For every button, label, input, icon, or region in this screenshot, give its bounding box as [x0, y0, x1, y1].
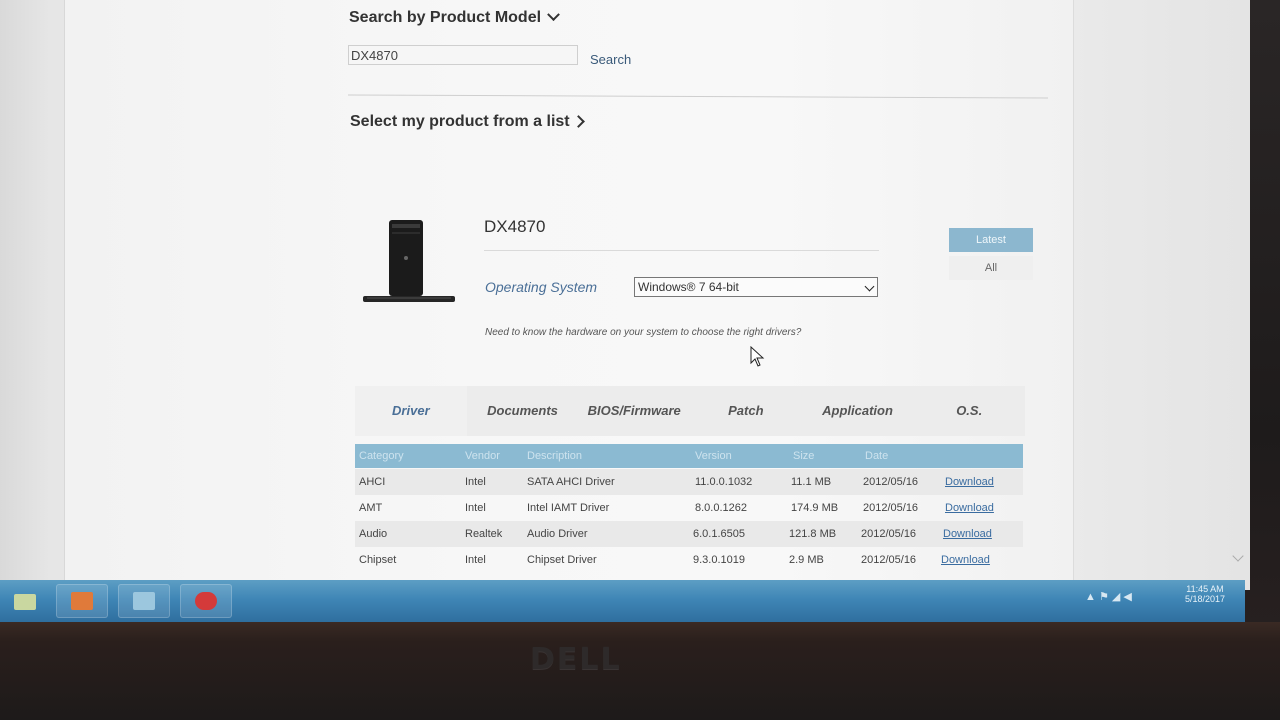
media-player-icon: [71, 592, 93, 610]
chevron-down-icon: [864, 281, 875, 292]
clock-time: 11:45 AM: [1186, 584, 1224, 594]
divider: [348, 94, 1048, 99]
cell-category: AHCI: [359, 476, 386, 488]
search-by-model-heading[interactable]: Search by Product Model: [349, 8, 560, 27]
table-row: AHCI Intel SATA AHCI Driver 11.0.0.1032 …: [355, 469, 1023, 495]
os-label: Operating System: [485, 279, 598, 295]
cell-description: Audio Driver: [527, 528, 588, 540]
cell-version: 9.3.0.1019: [693, 554, 745, 566]
taskbar-media-player[interactable]: [56, 584, 108, 618]
download-link[interactable]: Download: [943, 528, 992, 540]
column-header-size: Size: [793, 450, 815, 462]
os-select[interactable]: Windows® 7 64-bit: [634, 277, 878, 297]
cell-size: 174.9 MB: [791, 502, 839, 514]
chevron-right-icon: [571, 115, 585, 128]
driver-page: Search by Product Model Search Select my…: [64, 0, 1074, 590]
cell-size: 2.9 MB: [789, 554, 824, 566]
cell-vendor: Intel: [465, 502, 486, 514]
table-header: Category Vendor Description Version Size…: [355, 444, 1023, 468]
start-button[interactable]: [4, 584, 56, 618]
cell-vendor: Intel: [465, 554, 486, 566]
all-button[interactable]: All: [949, 256, 1033, 280]
cell-category: Chipset: [359, 554, 397, 566]
clock[interactable]: 11:45 AM 5/18/2017: [1185, 584, 1225, 604]
download-link[interactable]: Download: [941, 554, 990, 566]
table-row: Chipset Intel Chipset Driver 9.3.0.1019 …: [355, 547, 1023, 573]
download-link[interactable]: Download: [945, 502, 994, 514]
mouse-pointer-icon: [750, 346, 765, 367]
tab-os[interactable]: O.S.: [913, 386, 1025, 436]
monitor-icon: [133, 592, 155, 610]
screen: Search by Product Model Search Select my…: [0, 0, 1250, 590]
taskbar-app[interactable]: [180, 584, 232, 618]
product-image: [361, 218, 461, 308]
tab-bios-firmware[interactable]: BIOS/Firmware: [578, 386, 690, 436]
column-header-vendor: Vendor: [465, 450, 500, 462]
tab-patch[interactable]: Patch: [690, 386, 802, 436]
cell-description: SATA AHCI Driver: [527, 476, 615, 488]
column-header-description: Description: [527, 450, 583, 462]
scroll-down-icon[interactable]: [1232, 550, 1244, 562]
select-from-list-label: Select my product from a list: [350, 113, 570, 130]
cell-date: 2012/05/16: [863, 502, 919, 514]
cell-version: 6.0.1.6505: [693, 528, 745, 540]
system-tray-icons[interactable]: ▲ ⚑ ◢ ◀: [1085, 590, 1165, 604]
taskbar: ▲ ⚑ ◢ ◀ 11:45 AM 5/18/2017: [0, 580, 1245, 622]
tab-driver[interactable]: Driver: [355, 386, 467, 436]
cell-date: 2012/05/16: [861, 528, 917, 540]
table-row: Audio Realtek Audio Driver 6.0.1.6505 12…: [355, 521, 1023, 547]
app-icon: [195, 592, 217, 610]
cell-version: 11.0.0.1032: [695, 476, 753, 488]
folder-icon: [14, 594, 36, 610]
dell-logo: DELL: [530, 642, 622, 677]
os-select-value: Windows® 7 64-bit: [638, 280, 739, 294]
product-name: DX4870: [484, 217, 546, 236]
cell-vendor: Realtek: [465, 528, 503, 540]
download-link[interactable]: Download: [945, 476, 994, 488]
chevron-down-icon: [547, 8, 560, 22]
column-header-version: Version: [695, 450, 732, 462]
clock-date: 5/18/2017: [1184, 594, 1225, 604]
cell-date: 2012/05/16: [861, 554, 917, 566]
hardware-hint-link[interactable]: Need to know the hardware on your system…: [485, 327, 801, 338]
taskbar-network[interactable]: [118, 584, 170, 618]
search-by-model-label: Search by Product Model: [349, 9, 542, 26]
cell-version: 8.0.0.1262: [695, 502, 747, 514]
select-from-list-link[interactable]: Select my product from a list: [350, 113, 585, 131]
cell-vendor: Intel: [465, 476, 486, 488]
model-search-input[interactable]: [348, 45, 578, 65]
tab-application[interactable]: Application: [802, 386, 914, 436]
search-button[interactable]: Search: [590, 52, 631, 67]
cell-date: 2012/05/16: [863, 476, 919, 488]
cell-description: Intel IAMT Driver: [527, 502, 610, 514]
latest-button[interactable]: Latest: [949, 228, 1033, 252]
cell-description: Chipset Driver: [527, 554, 597, 566]
cell-size: 11.1 MB: [791, 476, 832, 488]
monitor-bezel-bottom: DELL: [0, 622, 1280, 720]
tab-documents[interactable]: Documents: [467, 386, 579, 436]
driver-category-tabs: Driver Documents BIOS/Firmware Patch App…: [355, 386, 1025, 436]
table-row: AMT Intel Intel IAMT Driver 8.0.0.1262 1…: [355, 495, 1023, 521]
cell-category: Audio: [359, 528, 388, 540]
column-header-category: Category: [359, 450, 404, 462]
cell-size: 121.8 MB: [789, 528, 837, 540]
divider: [484, 250, 879, 251]
column-header-date: Date: [865, 450, 889, 462]
cell-category: AMT: [359, 502, 383, 514]
